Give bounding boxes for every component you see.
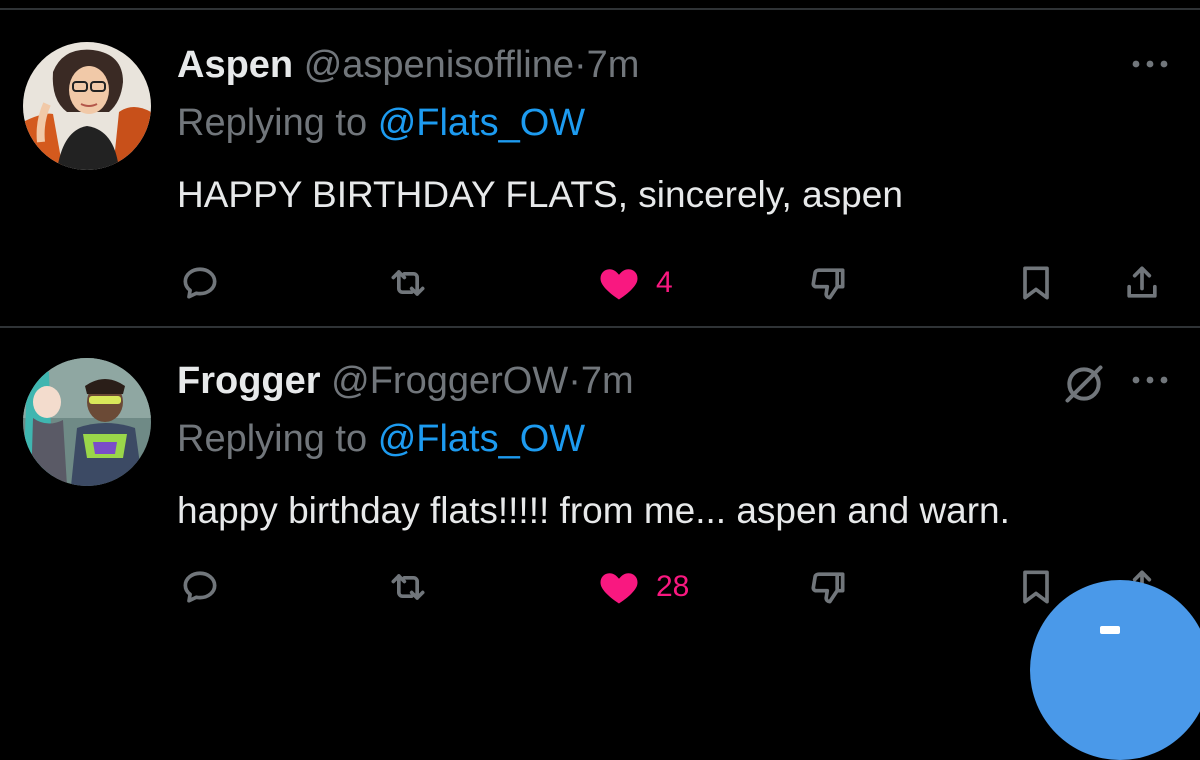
bookmark-icon (1023, 570, 1049, 604)
tweet-aspen[interactable]: Aspen @aspenisoffline·7m Replying to @Fl… (0, 38, 1200, 318)
like-count: 4 (656, 266, 673, 299)
heart-icon (600, 269, 638, 300)
retweet-icon (391, 574, 425, 600)
avatar-image (23, 42, 151, 170)
avatar[interactable] (23, 358, 151, 486)
share-button[interactable] (1120, 258, 1164, 308)
top-divider (0, 8, 1200, 10)
more-icon[interactable] (1130, 372, 1170, 388)
bookmark-icon (1023, 266, 1049, 300)
retweet-button[interactable] (386, 258, 430, 308)
replying-to: Replying to @Flats_OW (177, 98, 585, 148)
downvote-icon (811, 268, 845, 300)
author-handle[interactable]: @aspenisoffline (304, 44, 574, 86)
bookmark-button[interactable] (1014, 258, 1058, 308)
tweet-header: Aspen @aspenisoffline·7m (177, 40, 639, 90)
action-bar: 4 (0, 258, 1200, 308)
like-button[interactable]: 28 (596, 562, 689, 612)
tweet-divider (0, 326, 1200, 328)
like-count: 28 (656, 570, 690, 603)
like-button[interactable]: 4 (596, 258, 673, 308)
reply-button[interactable] (178, 562, 222, 612)
tweet-text: happy birthday flats!!!!! from me... asp… (177, 490, 1010, 531)
reply-button[interactable] (178, 258, 222, 308)
avatar-image (23, 358, 151, 486)
grok-icon[interactable] (1062, 362, 1106, 406)
author-name[interactable]: Frogger (177, 360, 321, 402)
bookmark-button[interactable] (1014, 562, 1058, 612)
author-handle[interactable]: @FroggerOW (331, 360, 568, 402)
heart-icon (600, 573, 638, 604)
reply-icon (183, 267, 217, 299)
timestamp[interactable]: 7m (587, 44, 640, 86)
retweet-icon (391, 270, 425, 296)
avatar[interactable] (23, 42, 151, 170)
tweet-text: HAPPY BIRTHDAY FLATS, sincerely, aspen (177, 174, 903, 215)
downvote-icon (811, 572, 845, 604)
replying-mention[interactable]: @Flats_OW (378, 418, 585, 460)
separator-dot: · (568, 360, 581, 402)
author-name[interactable]: Aspen (177, 44, 293, 86)
more-icon[interactable] (1130, 56, 1170, 72)
action-bar: 28 (0, 562, 1200, 612)
share-icon (1127, 266, 1157, 298)
retweet-button[interactable] (386, 562, 430, 612)
reply-icon (183, 571, 217, 603)
plus-icon (1100, 626, 1120, 634)
tweet-header: Frogger @FroggerOW·7m (177, 356, 634, 406)
replying-to: Replying to @Flats_OW (177, 414, 585, 464)
tweet-frogger[interactable]: Frogger @FroggerOW·7m Replying to @Flats… (0, 354, 1200, 642)
replying-mention[interactable]: @Flats_OW (378, 102, 585, 144)
timestamp[interactable]: 7m (581, 360, 634, 402)
downvote-button[interactable] (806, 258, 850, 308)
replying-prefix: Replying to (177, 102, 368, 144)
compose-button[interactable] (1030, 580, 1200, 760)
replying-prefix: Replying to (177, 418, 368, 460)
separator-dot: · (573, 44, 587, 86)
downvote-button[interactable] (806, 562, 850, 612)
